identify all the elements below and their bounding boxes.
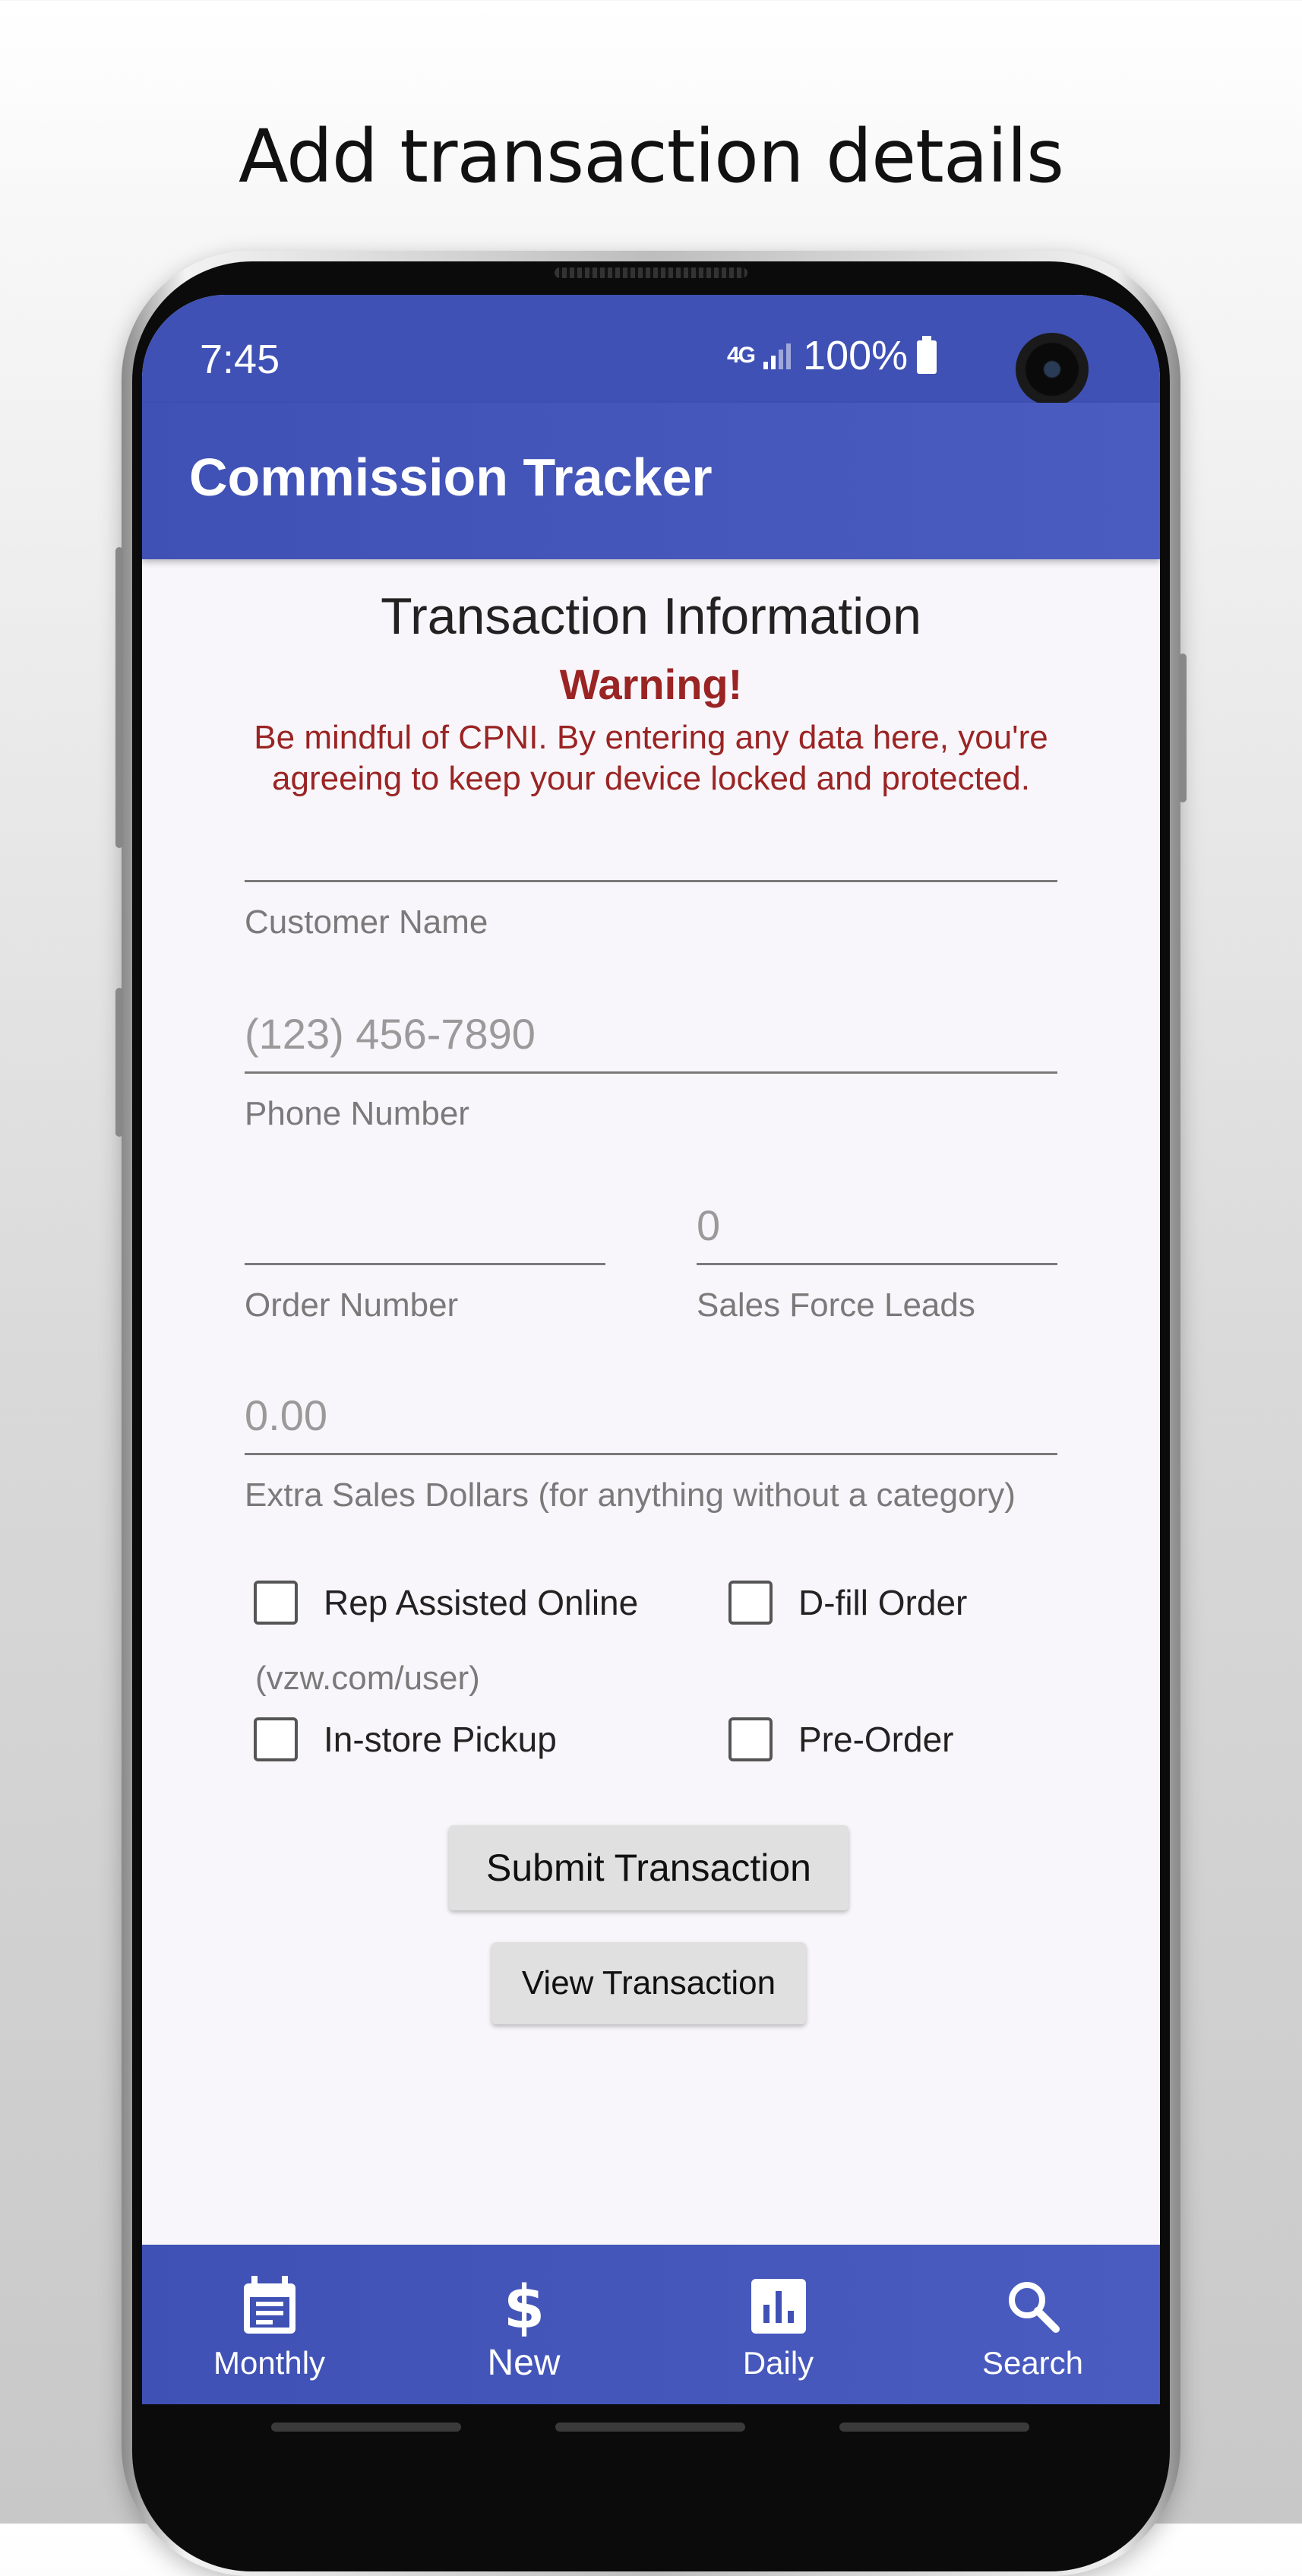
dollar-icon: $ [503, 2276, 544, 2337]
phone-screen: 7:45 4G 100% Commission Tracker Transact… [142, 295, 1160, 2498]
phone-side-button [115, 547, 123, 848]
sales-force-leads-input[interactable] [697, 1187, 1057, 1263]
extra-sales-label: Extra Sales Dollars (for anything withou… [245, 1476, 1016, 1514]
svg-text:$: $ [503, 2276, 544, 2337]
phone-number-label: Phone Number [245, 1095, 469, 1132]
nav-item-daily[interactable]: Daily [651, 2245, 905, 2404]
order-number-field: Order Number [245, 1187, 605, 1324]
signal-icon [763, 343, 792, 369]
customer-name-input[interactable] [245, 804, 1057, 880]
app-bar: Commission Tracker [142, 403, 1160, 559]
phone-speaker [555, 267, 747, 278]
extra-sales-field: Extra Sales Dollars (for anything withou… [245, 1377, 1057, 1514]
preorder-label: Pre-Order [798, 1720, 954, 1759]
sales-force-leads-label: Sales Force Leads [697, 1286, 975, 1324]
phone-side-button [115, 988, 123, 1137]
sales-force-leads-field: Sales Force Leads [697, 1187, 1057, 1324]
instore-pickup-checkbox-row[interactable]: In-store Pickup [254, 1717, 557, 1761]
nav-label-monthly: Monthly [213, 2345, 326, 2381]
input-underline [245, 1263, 605, 1265]
input-underline [245, 1071, 1057, 1074]
extra-sales-input[interactable] [245, 1377, 1057, 1453]
warning-message: Be mindful of CPNI. By entering any data… [254, 719, 1048, 797]
phone-power-button [1179, 653, 1187, 802]
input-underline [245, 1453, 1057, 1455]
gesture-handle [555, 2423, 745, 2432]
phone-number-input[interactable] [245, 995, 1057, 1071]
preorder-checkbox-row[interactable]: Pre-Order [728, 1717, 953, 1761]
instore-pickup-label: In-store Pickup [324, 1720, 557, 1759]
front-camera [1016, 333, 1089, 406]
status-time: 7:45 [200, 337, 280, 382]
nav-label-search: Search [981, 2345, 1084, 2381]
page-headline: Add transaction details [238, 114, 1064, 199]
phone-number-field: Phone Number [245, 995, 1057, 1133]
rep-assisted-online-checkbox-row[interactable]: Rep Assisted Online [254, 1581, 638, 1625]
bottom-navigation: Monthly $ New Daily Search [142, 2245, 1160, 2404]
bar-chart-icon [751, 2279, 806, 2334]
battery-percent: 100% [803, 333, 909, 378]
warning-title: Warning! [559, 660, 743, 708]
preorder-checkbox[interactable] [728, 1717, 773, 1761]
order-number-label: Order Number [245, 1286, 459, 1324]
dfill-order-checkbox[interactable] [728, 1581, 773, 1625]
battery-icon [917, 336, 937, 374]
gesture-bar [142, 2404, 1160, 2498]
rep-assisted-online-checkbox[interactable] [254, 1581, 298, 1625]
view-transaction-button[interactable]: View Transaction [491, 1942, 806, 2024]
rep-assisted-online-sublabel: (vzw.com/user) [255, 1660, 480, 1697]
nav-label-daily: Daily [742, 2345, 814, 2381]
nav-item-monthly[interactable]: Monthly [142, 2245, 397, 2404]
gesture-handle [839, 2423, 1029, 2432]
rep-assisted-online-label: Rep Assisted Online [324, 1583, 639, 1622]
network-indicator: 4G [727, 343, 756, 368]
dfill-order-checkbox-row[interactable]: D-fill Order [728, 1581, 967, 1625]
calendar-icon [243, 2276, 295, 2334]
status-indicators: 4G 100% [727, 333, 938, 378]
section-title: Transaction Information [381, 587, 921, 645]
submit-transaction-button[interactable]: Submit Transaction [449, 1825, 849, 1910]
nav-label-new: New [487, 2343, 561, 2383]
nav-item-search[interactable]: Search [905, 2245, 1160, 2404]
gesture-handle [271, 2423, 461, 2432]
input-underline [245, 880, 1057, 882]
customer-name-field: Customer Name [245, 804, 1057, 941]
instore-pickup-checkbox[interactable] [254, 1717, 298, 1761]
app-title: Commission Tracker [189, 448, 713, 507]
input-underline [697, 1263, 1057, 1265]
search-icon [1008, 2282, 1060, 2333]
customer-name-label: Customer Name [245, 903, 488, 941]
order-number-input[interactable] [245, 1187, 605, 1263]
nav-item-new[interactable]: $ New [397, 2245, 651, 2404]
dfill-order-label: D-fill Order [798, 1583, 968, 1622]
status-bar: 7:45 4G 100% [142, 295, 1160, 406]
